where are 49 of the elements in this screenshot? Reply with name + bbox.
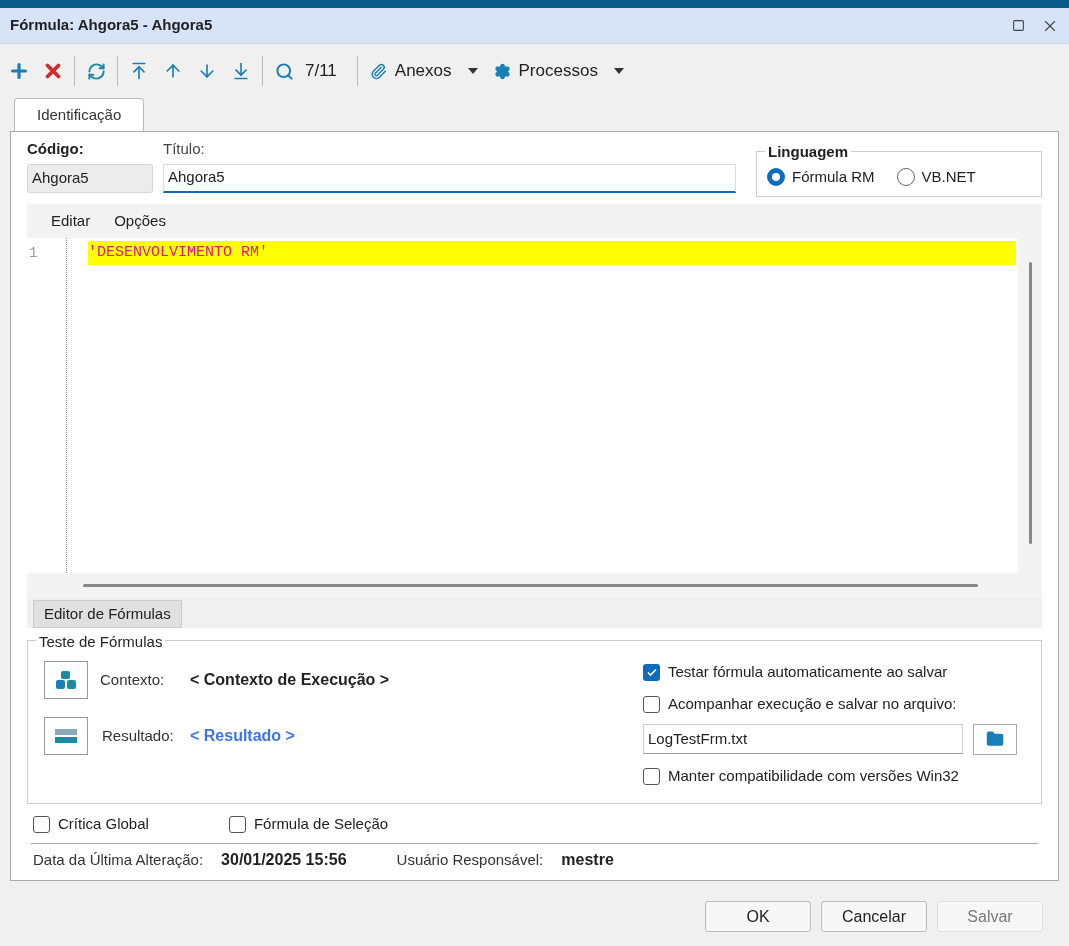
record-position: 7/11 <box>305 60 337 83</box>
info-label: Usuário Responsável: <box>396 849 544 870</box>
code-field[interactable]: Ahgora5 <box>27 163 153 193</box>
radio-button[interactable]: VB.NET <box>896 165 976 189</box>
checkbox[interactable]: Manter compatibilidade com versões Win32 <box>643 764 1017 788</box>
maximize-icon[interactable] <box>1012 19 1025 32</box>
title-field[interactable]: Ahgora5 <box>163 163 736 193</box>
result-label: Resultado: <box>102 725 175 746</box>
radio-button[interactable]: Fórmula RM <box>767 165 875 189</box>
arrow-to-bottom-icon <box>231 61 251 81</box>
caret-icon <box>613 68 624 74</box>
checkbox[interactable]: Fórmula de Seleção <box>228 813 389 836</box>
field-label: Título: <box>163 139 206 159</box>
result-link[interactable]: < Resultado > <box>190 723 295 748</box>
arrow-to-top-icon <box>129 61 149 81</box>
caret-icon <box>467 68 478 74</box>
checkbox[interactable]: Crítica Global <box>33 813 149 836</box>
context-label: Contexto: <box>100 669 166 690</box>
check-icon <box>645 666 658 678</box>
info-value: mestre <box>561 850 614 871</box>
paperclip-icon <box>369 62 387 80</box>
menu-item[interactable]: Editar <box>51 209 91 233</box>
code-editor[interactable]: 1 'DESENVOLVIMENTO RM' <box>27 238 1042 574</box>
folder-icon <box>986 730 1004 749</box>
checkbox[interactable]: Testar fórmula automaticamente ao salvar <box>643 660 1017 684</box>
field-label: Código: <box>27 139 85 159</box>
toolbar-menu-button[interactable]: Anexos <box>361 54 486 88</box>
context-value: < Contexto de Execução > <box>190 669 390 690</box>
context-button[interactable] <box>44 660 88 699</box>
gear-icon <box>493 62 511 80</box>
plus-icon <box>8 60 30 82</box>
checkbox[interactable]: Acompanhar execução e salvar no arquivo: <box>643 693 1017 716</box>
dialog-button[interactable]: Cancelar <box>821 901 927 932</box>
search-icon <box>274 61 294 81</box>
blocks-icon <box>55 669 77 690</box>
window-title: Fórmula: Ahgora5 - Ahgora5 <box>10 15 213 36</box>
toolbar-menu-button[interactable]: Processos <box>485 54 632 88</box>
info-label: Data da Última Alteração: <box>33 849 204 870</box>
result-button[interactable] <box>44 716 88 755</box>
browse-button[interactable] <box>973 723 1017 755</box>
info-value: 30/01/2025 15:56 <box>221 850 347 871</box>
tab[interactable]: Editor de Fórmulas <box>33 599 182 628</box>
log-file-field[interactable]: LogTestFrm.txt <box>643 724 963 755</box>
tab[interactable]: Identificação <box>14 98 145 131</box>
dialog-button[interactable]: OK <box>705 901 811 932</box>
refresh-icon <box>86 61 106 81</box>
panel-icon <box>55 728 77 743</box>
line-number: 1 <box>28 243 39 263</box>
menu-item[interactable]: Opções <box>114 209 166 233</box>
